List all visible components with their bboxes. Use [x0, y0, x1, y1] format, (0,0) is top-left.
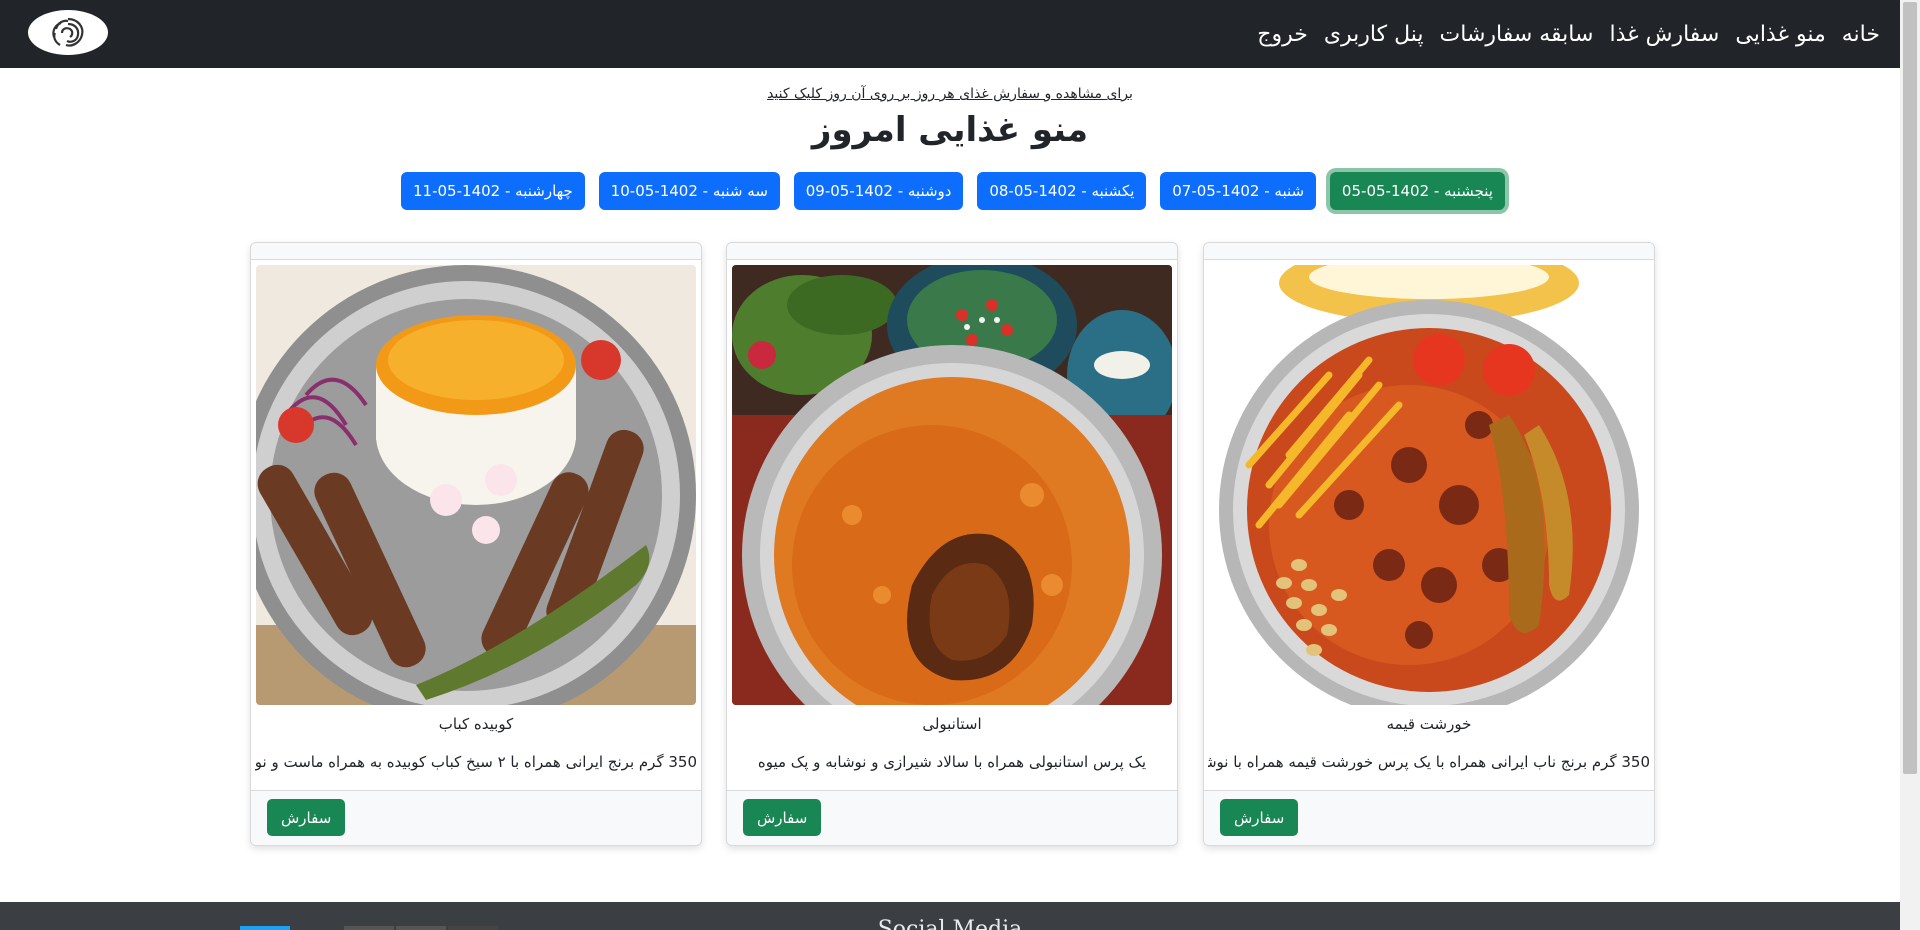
card-footer: سفارش — [1204, 790, 1654, 845]
day-button-thursday[interactable]: پنجشنبه - 1402-05-05 — [1329, 172, 1505, 210]
social-icon[interactable] — [344, 926, 394, 930]
food-description: 350 گرم برنج ایرانی همراه با ۲ سیخ کباب … — [255, 753, 697, 771]
food-cards: خورشت قیمه 350 گرم برنج ناب ایرانی همراه… — [250, 242, 1655, 846]
page-title: منو غذایی امروز — [811, 110, 1089, 150]
card-header — [251, 243, 701, 260]
social-icon[interactable] — [448, 926, 498, 930]
food-description: یک پرس استانبولی همراه با سالاد شیرازی و… — [757, 753, 1147, 771]
day-button-tuesday[interactable]: سه شنبه - 1402-05-10 — [598, 172, 780, 210]
food-image-estamboli — [732, 265, 1172, 705]
day-selection-hint: برای مشاهده و سفارش غذای هر روز بر روی آ… — [0, 86, 1900, 102]
order-button-gheymeh[interactable]: سفارش — [1220, 799, 1299, 836]
food-card-estamboli: استانبولی یک پرس استانبولی همراه با سالا… — [726, 242, 1178, 846]
food-image-koobideh — [256, 265, 696, 705]
food-card-gheymeh: خورشت قیمه 350 گرم برنج ناب ایرانی همراه… — [1203, 242, 1655, 846]
nav-user-panel[interactable]: پنل کاربری — [1324, 22, 1424, 47]
day-selection-hint-link[interactable]: برای مشاهده و سفارش غذای هر روز بر روی آ… — [767, 86, 1133, 102]
day-button-wednesday[interactable]: چهارشنبه - 1402-05-11 — [401, 172, 585, 210]
nav-home[interactable]: خانه — [1842, 22, 1880, 47]
social-icon[interactable] — [396, 926, 446, 930]
brand-logo[interactable] — [28, 10, 108, 55]
nav-links: خانه منو غذایی سفارش غذا سابقه سفارشات پ… — [1257, 0, 1880, 68]
nav-order-history[interactable]: سابقه سفارشات — [1440, 22, 1594, 47]
day-button-saturday[interactable]: شنبه - 1402-05-07 — [1160, 172, 1317, 210]
food-title: کوبیده کباب — [438, 715, 514, 733]
food-image-gheymeh — [1209, 265, 1649, 705]
twitter-icon[interactable] — [240, 926, 290, 930]
card-footer: سفارش — [727, 790, 1177, 845]
scrollbar-thumb[interactable] — [1903, 2, 1917, 774]
nav-logout[interactable]: خروج — [1257, 22, 1308, 47]
logo-icon — [52, 17, 84, 47]
food-title: استانبولی — [922, 715, 982, 733]
day-selector: پنجشنبه - 1402-05-05 شنبه - 1402-05-07 ی… — [401, 172, 1505, 210]
card-header — [727, 243, 1177, 260]
food-title: خورشت قیمه — [1386, 715, 1472, 733]
nav-food-menu[interactable]: منو غذایی — [1735, 22, 1825, 47]
order-button-koobideh[interactable]: سفارش — [267, 799, 346, 836]
day-button-monday[interactable]: دوشنبه - 1402-05-09 — [793, 172, 964, 210]
food-card-koobideh: کوبیده کباب 350 گرم برنج ایرانی همراه با… — [250, 242, 702, 846]
card-header — [1204, 243, 1654, 260]
order-button-estamboli[interactable]: سفارش — [743, 799, 822, 836]
navbar: خانه منو غذایی سفارش غذا سابقه سفارشات پ… — [0, 0, 1900, 68]
page-scrollbar[interactable] — [1900, 0, 1920, 930]
footer: Social Media — [0, 902, 1900, 930]
day-button-sunday[interactable]: یکشنبه - 1402-05-08 — [977, 172, 1147, 210]
nav-order-food[interactable]: سفارش غذا — [1609, 22, 1719, 47]
card-footer: سفارش — [251, 790, 701, 845]
food-description: 350 گرم برنج ناب ایرانی همراه با یک پرس … — [1208, 753, 1650, 771]
